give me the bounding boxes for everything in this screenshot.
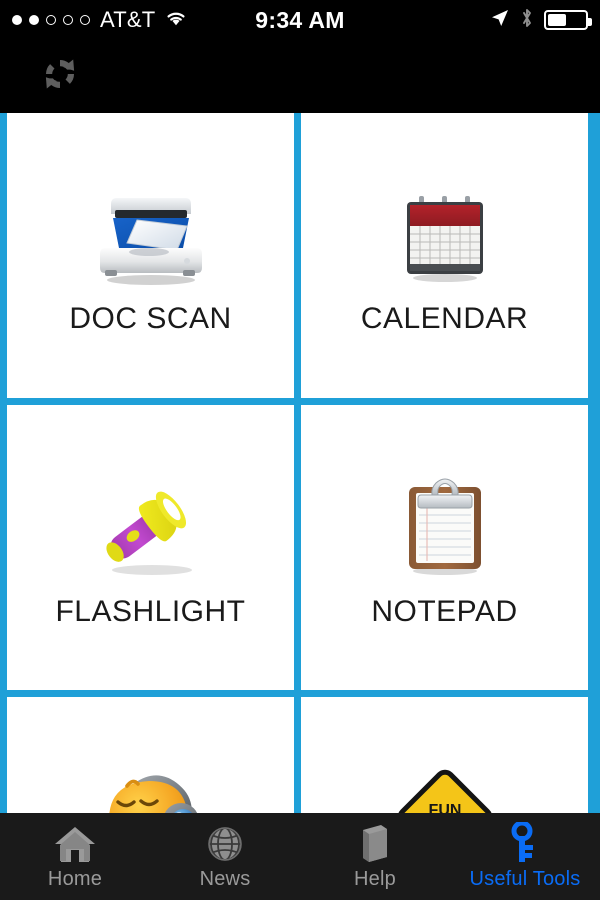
tab-label: Useful Tools — [469, 868, 581, 890]
tools-grid-inner: DOC SCAN CALENDAR FLASHLIGHT NOTEPAD FUN — [7, 113, 588, 813]
tile-label: CALENDAR — [360, 301, 529, 335]
tab-help[interactable]: Help — [300, 813, 450, 900]
scanner-icon — [91, 176, 211, 286]
clipboard-icon — [395, 467, 495, 577]
fun-ahead-sign-icon: FUN AHEAD — [393, 759, 497, 814]
tile-doc-scan[interactable]: DOC SCAN — [7, 113, 294, 398]
tab-label: Help — [354, 868, 396, 890]
tab-news[interactable]: News — [150, 813, 300, 900]
calendar-icon — [395, 176, 495, 286]
phone-screen: AT&T 9:34 AM DOC SCAN CALENDAR FLASHLIGH… — [0, 0, 600, 900]
tile-label: FLASHLIGHT — [55, 594, 246, 628]
tools-grid: DOC SCAN CALENDAR FLASHLIGHT NOTEPAD FUN — [0, 113, 600, 813]
singing-face-headphones-icon — [93, 759, 209, 813]
status-bar-right — [490, 0, 592, 40]
tab-bar: Home News Help Useful Tools — [0, 813, 600, 900]
tile-voice-record[interactable]: VOICE RECORD — [7, 697, 294, 813]
status-bar: AT&T 9:34 AM — [0, 0, 600, 40]
tab-useful-tools[interactable]: Useful Tools — [450, 813, 600, 900]
refresh-button[interactable] — [36, 53, 84, 101]
tab-label: Home — [47, 868, 103, 890]
globe-icon — [205, 822, 245, 864]
house-icon — [53, 822, 97, 864]
book-icon — [355, 822, 395, 864]
sign-line-1: FUN — [428, 802, 461, 814]
flashlight-icon — [92, 467, 210, 577]
refresh-icon — [38, 52, 82, 101]
tile-flashlight[interactable]: FLASHLIGHT — [7, 405, 294, 690]
tile-calendar[interactable]: CALENDAR — [301, 113, 588, 398]
key-icon — [508, 822, 542, 864]
tile-photo-fun[interactable]: FUN AHEAD PHOTO FUN — [301, 697, 588, 813]
tile-label: NOTEPAD — [371, 594, 518, 628]
location-arrow-icon — [490, 8, 510, 33]
tab-label: News — [199, 868, 251, 890]
battery-fill — [548, 14, 567, 26]
tile-label: DOC SCAN — [69, 301, 232, 335]
battery-icon — [544, 10, 592, 30]
nav-bar — [0, 40, 600, 113]
tile-notepad[interactable]: NOTEPAD — [301, 405, 588, 690]
bluetooth-icon — [520, 7, 534, 34]
tab-home[interactable]: Home — [0, 813, 150, 900]
